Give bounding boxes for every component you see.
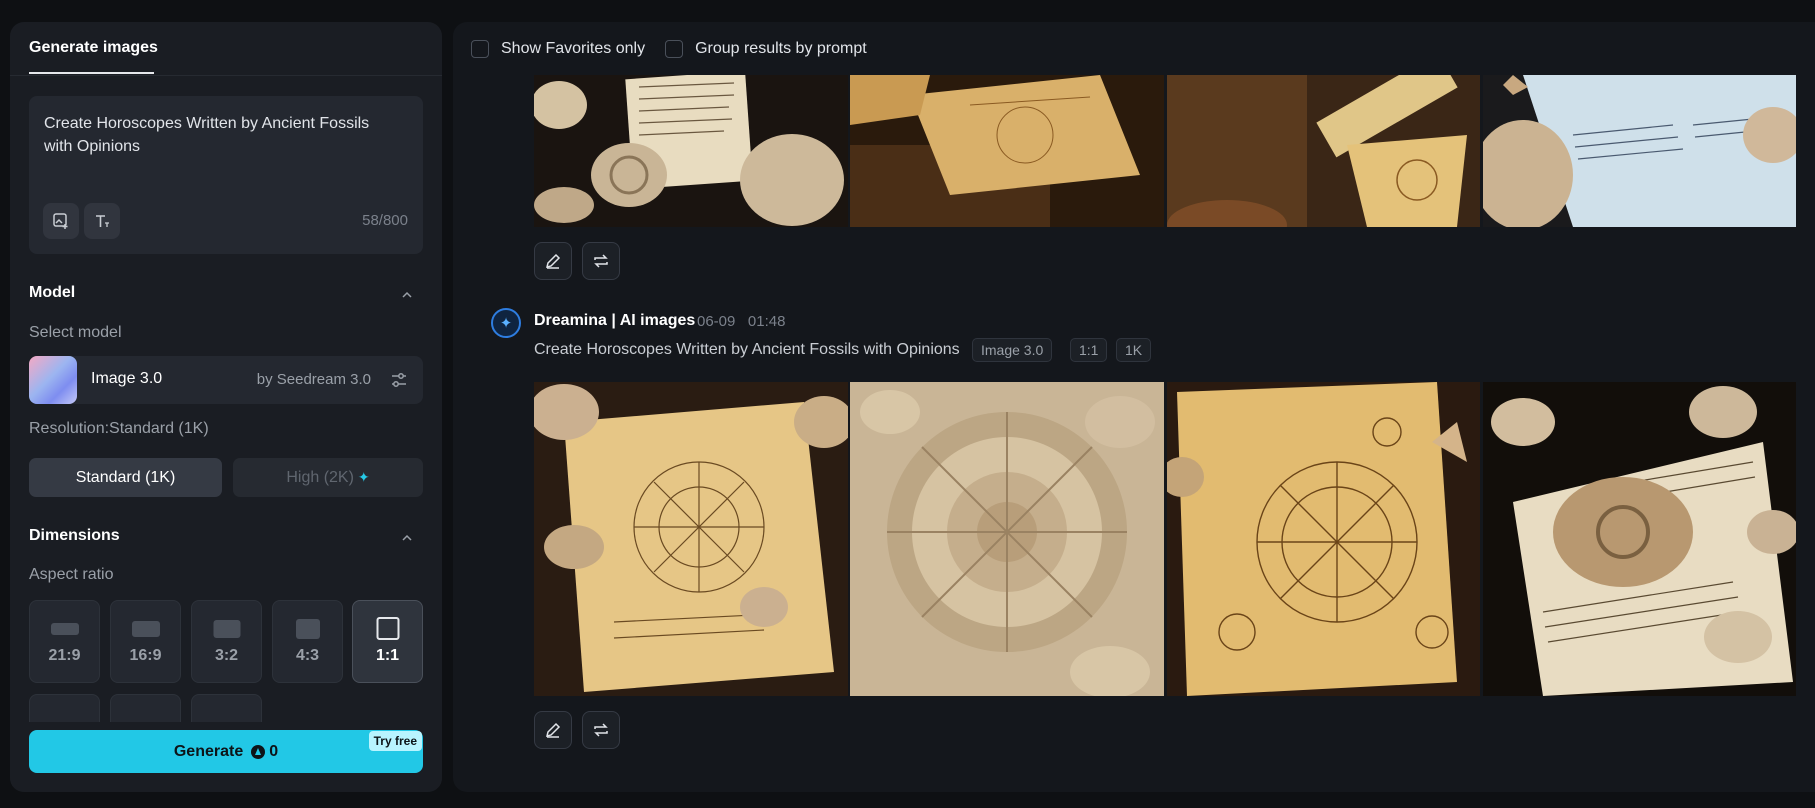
select-model-label: Select model — [29, 324, 122, 341]
prompt-input[interactable]: Create Horoscopes Written by Ancient Fos… — [29, 96, 423, 254]
edit-button[interactable] — [534, 242, 572, 280]
resolution-standard-label: Standard (1K) — [75, 468, 176, 486]
sliders-icon[interactable] — [389, 370, 409, 390]
text-style-button[interactable] — [84, 203, 120, 239]
ratio-label: 4:3 — [295, 647, 320, 664]
aspect-ratio-label: Aspect ratio — [29, 566, 114, 583]
result-image[interactable] — [1483, 382, 1796, 696]
result-image[interactable] — [1167, 75, 1480, 227]
char-count: 58/800 — [362, 212, 408, 229]
result-image[interactable] — [850, 75, 1164, 227]
resolution-label: Resolution:Standard (1K) — [29, 420, 209, 437]
dimensions-section-title: Dimensions — [29, 527, 120, 544]
generation-prompt[interactable]: Create Horoscopes Written by Ancient Fos… — [534, 341, 960, 359]
app-root: Generate images Create Horoscopes Writte… — [0, 0, 1815, 808]
resolution-high-label: High (2K) — [286, 468, 354, 486]
generation-author: Dreamina | AI images — [534, 312, 696, 329]
pencil-icon — [545, 253, 561, 269]
resolution-tag: 1K — [1116, 338, 1152, 362]
sparkle-icon: ✦ — [357, 469, 370, 485]
results-filters: Show Favorites only Group results by pro… — [471, 39, 887, 59]
resolution-high-button[interactable]: High (2K) ✦ — [233, 458, 423, 497]
generate-label: Generate — [173, 742, 244, 760]
pencil-icon — [545, 722, 561, 738]
regenerate-button[interactable] — [582, 711, 620, 749]
ratio-label: 21:9 — [48, 647, 81, 664]
group-by-prompt-label[interactable]: Group results by prompt — [695, 40, 867, 58]
favorites-checkbox[interactable] — [471, 40, 489, 58]
result-image[interactable] — [1167, 382, 1480, 696]
ratio-1-1-icon — [376, 617, 399, 640]
generation-timestamp: 06-09 01:48 — [697, 313, 785, 330]
ratio-21-9-icon — [50, 623, 79, 635]
try-free-badge: Try free — [368, 731, 422, 751]
model-tag: Image 3.0 — [972, 338, 1053, 362]
repeat-icon — [594, 723, 608, 737]
generation-date: 06-09 — [697, 313, 736, 330]
chevron-up-icon[interactable] — [400, 531, 414, 545]
ratio-label: 16:9 — [129, 647, 162, 664]
ratio-option-16-9[interactable]: 16:9 — [110, 600, 181, 683]
repeat-icon — [594, 254, 608, 268]
results-panel: Show Favorites only Group results by pro… — [453, 22, 1815, 792]
panel-tabs: Generate images — [10, 22, 442, 76]
ratio-label: 1:1 — [375, 647, 400, 664]
text-style-icon — [96, 215, 109, 227]
ratio-option-1-1[interactable]: 1:1 — [352, 600, 423, 683]
result-image[interactable] — [1483, 75, 1796, 227]
generate-button[interactable]: Generate 0 Try free — [29, 730, 423, 773]
image-reference-icon — [53, 213, 68, 229]
generate-panel: Generate images Create Horoscopes Writte… — [10, 22, 442, 792]
active-tab-indicator — [29, 72, 154, 74]
prompt-text[interactable]: Create Horoscopes Written by Ancient Fos… — [44, 112, 384, 158]
regenerate-button[interactable] — [582, 242, 620, 280]
result-image[interactable] — [534, 382, 848, 696]
ratio-4-3-icon — [295, 619, 320, 639]
ratio-option-4-3[interactable]: 4:3 — [272, 600, 343, 683]
ratio-16-9-icon — [131, 621, 160, 637]
credit-icon — [251, 744, 266, 759]
image-reference-button[interactable] — [43, 203, 79, 239]
dreamina-avatar: ✦ — [491, 308, 521, 338]
generate-cost: 0 — [269, 742, 279, 760]
ratio-label: 3:2 — [214, 647, 239, 664]
resolution-standard-button[interactable]: Standard (1K) — [29, 458, 222, 497]
group-by-prompt-checkbox[interactable] — [665, 40, 684, 58]
tab-generate-images[interactable]: Generate images — [29, 39, 158, 57]
edit-button[interactable] — [534, 711, 572, 749]
model-provider: by Seedream 3.0 — [256, 371, 371, 388]
favorites-filter-label[interactable]: Show Favorites only — [501, 40, 645, 58]
model-thumbnail — [29, 356, 77, 404]
model-section-title: Model — [29, 284, 76, 301]
chevron-up-icon[interactable] — [400, 288, 414, 302]
result-image[interactable] — [850, 382, 1164, 696]
ratio-tag: 1:1 — [1070, 338, 1108, 362]
model-selector[interactable]: Image 3.0 by Seedream 3.0 — [29, 356, 423, 404]
generation-time: 01:48 — [747, 313, 786, 330]
model-name: Image 3.0 — [91, 370, 163, 387]
result-image[interactable] — [534, 75, 848, 227]
ratio-option-3-2[interactable]: 3:2 — [191, 600, 262, 683]
ratio-3-2-icon — [213, 620, 240, 638]
ratio-option-21-9[interactable]: 21:9 — [29, 600, 100, 683]
